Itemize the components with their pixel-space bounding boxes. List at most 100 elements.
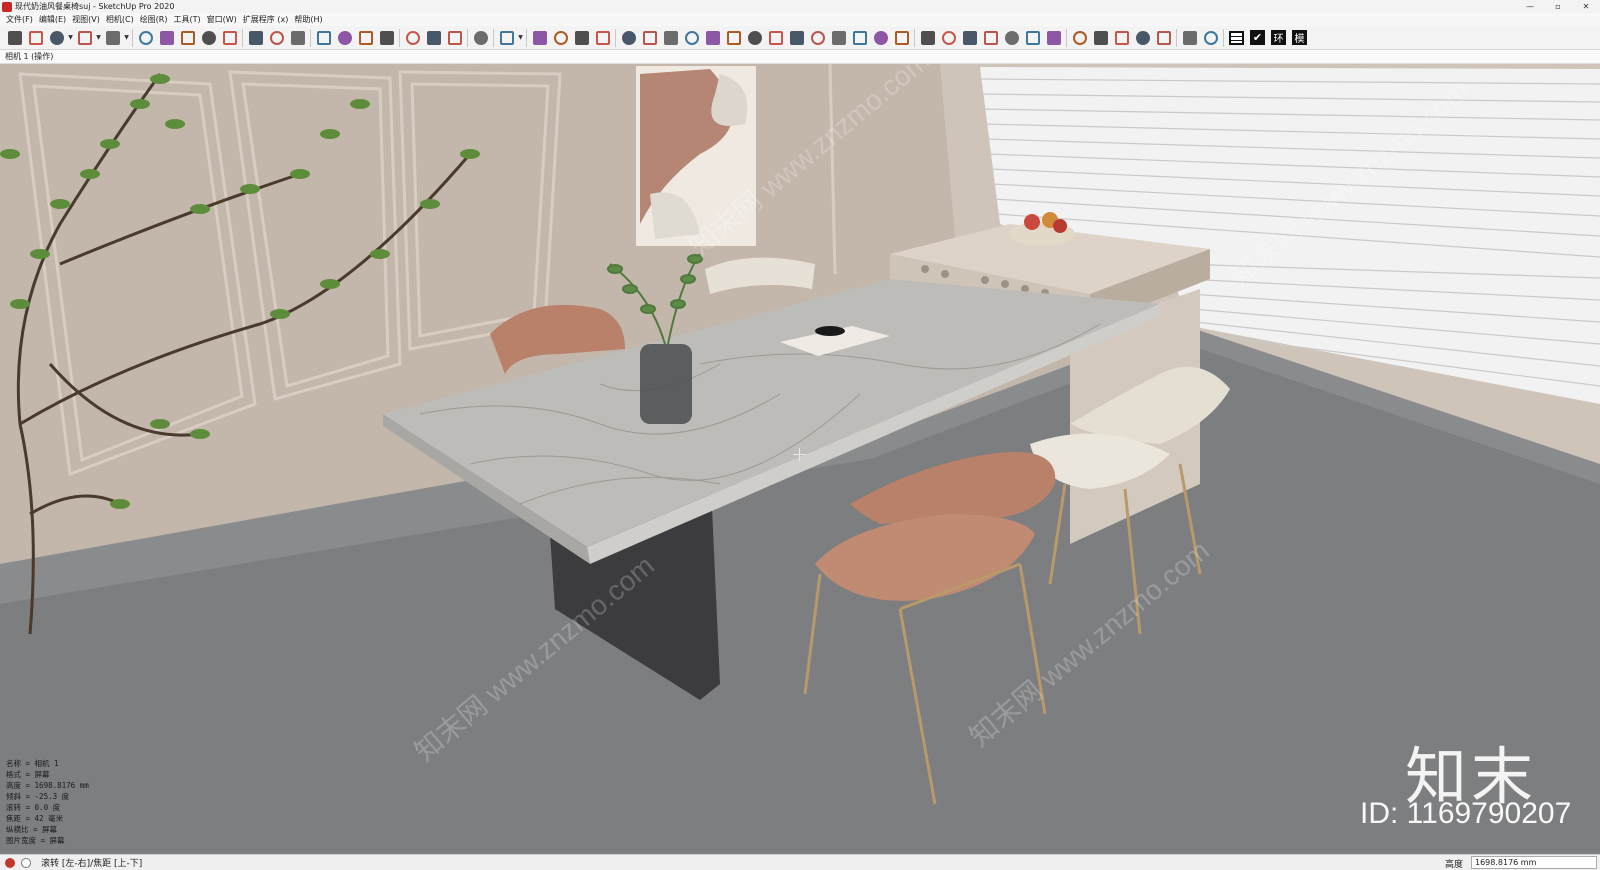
paint-bucket-button[interactable] xyxy=(287,27,308,48)
select-button[interactable] xyxy=(4,27,25,48)
plugin-button[interactable] xyxy=(765,27,786,48)
style-icon xyxy=(1182,30,1197,45)
status-bar: 滚转 [左-右]/焦距 [上-下] 高度 1698.8176 mm xyxy=(0,854,1600,870)
plugin-button[interactable] xyxy=(1111,27,1132,48)
arc-button[interactable] xyxy=(74,27,95,48)
close-button[interactable]: ✕ xyxy=(1572,0,1600,13)
shape-icon xyxy=(105,30,120,45)
plugin-button[interactable] xyxy=(1132,27,1153,48)
menu-file[interactable]: 文件(F) xyxy=(3,14,36,25)
menu-camera[interactable]: 相机(C) xyxy=(103,14,137,25)
plugin-button[interactable] xyxy=(1043,27,1064,48)
plugin-button[interactable] xyxy=(938,27,959,48)
select-icon xyxy=(7,30,22,45)
ruby-button[interactable] xyxy=(470,27,491,48)
move-button[interactable] xyxy=(177,27,198,48)
slope-button[interactable] xyxy=(571,27,592,48)
sandbox-button[interactable] xyxy=(529,27,550,48)
style-button[interactable] xyxy=(1179,27,1200,48)
scale-button[interactable] xyxy=(219,27,240,48)
plugin-button[interactable] xyxy=(1153,27,1174,48)
toolbar-separator xyxy=(1223,28,1224,47)
crosshair-cursor xyxy=(793,448,806,461)
info-icon[interactable] xyxy=(21,857,31,868)
text-button[interactable] xyxy=(266,27,287,48)
plugin-button[interactable] xyxy=(723,27,744,48)
eraser-button[interactable] xyxy=(25,27,46,48)
plugin-button[interactable] xyxy=(1022,27,1043,48)
toolbar-separator xyxy=(467,28,468,47)
plugin-button[interactable] xyxy=(807,27,828,48)
chart-icon xyxy=(595,30,610,45)
plugin-icon xyxy=(1004,30,1019,45)
rotate-button[interactable] xyxy=(198,27,219,48)
zoom-button[interactable] xyxy=(355,27,376,48)
plugin-button[interactable] xyxy=(786,27,807,48)
plugin-button[interactable] xyxy=(849,27,870,48)
profile-button[interactable] xyxy=(496,27,517,48)
zoom-extents-button[interactable] xyxy=(376,27,397,48)
minimize-button[interactable]: — xyxy=(1516,0,1544,13)
extension-warehouse-button[interactable] xyxy=(423,27,444,48)
title-bar: 现代奶油风餐桌椅suj - SketchUp Pro 2020 — ▫ ✕ xyxy=(0,0,1600,13)
3d-viewport[interactable]: 知末网 www.znzmo.com 知末网 www.znzmo.com 知末网 … xyxy=(0,64,1600,854)
plugin-icon xyxy=(768,30,783,45)
orbit-button[interactable] xyxy=(313,27,334,48)
layout-button[interactable] xyxy=(444,27,465,48)
toolbar-dropdown-arrow[interactable]: ▼ xyxy=(67,27,74,48)
plugin-button[interactable] xyxy=(639,27,660,48)
pan-icon xyxy=(337,30,352,45)
menu-edit[interactable]: 编辑(E) xyxy=(36,14,69,25)
menu-extensions[interactable]: 扩展程序 (x) xyxy=(240,14,292,25)
offset-button[interactable] xyxy=(156,27,177,48)
camera-info-line: 焦距 = 42 毫米 xyxy=(6,814,64,823)
huan-button[interactable]: 环 xyxy=(1268,27,1289,48)
push-pull-button[interactable] xyxy=(135,27,156,48)
plugin-button[interactable] xyxy=(660,27,681,48)
plugin-button[interactable] xyxy=(828,27,849,48)
plugin-button[interactable] xyxy=(681,27,702,48)
scene-tab-camera-1[interactable]: 相机 1 (操作) xyxy=(5,51,53,62)
plugin-button[interactable] xyxy=(870,27,891,48)
check-button[interactable]: ✔ xyxy=(1247,27,1268,48)
plugin-button[interactable] xyxy=(1090,27,1111,48)
table-button[interactable] xyxy=(1226,27,1247,48)
plugin-icon xyxy=(810,30,825,45)
mo-button[interactable]: 模 xyxy=(1289,27,1310,48)
grid-button[interactable] xyxy=(550,27,571,48)
tape-measure-button[interactable] xyxy=(245,27,266,48)
menu-window[interactable]: 窗口(W) xyxy=(204,14,240,25)
plugin-button[interactable] xyxy=(702,27,723,48)
toolbar-separator xyxy=(1176,28,1177,47)
plugin-button[interactable] xyxy=(1069,27,1090,48)
geo-location-icon[interactable] xyxy=(5,857,15,868)
pencil-button[interactable] xyxy=(46,27,67,48)
plugin-button[interactable] xyxy=(618,27,639,48)
slope-icon xyxy=(574,30,589,45)
warehouse-button[interactable] xyxy=(402,27,423,48)
menu-view[interactable]: 视图(V) xyxy=(69,14,103,25)
measurements-box[interactable]: 1698.8176 mm xyxy=(1471,856,1597,869)
pan-button[interactable] xyxy=(334,27,355,48)
maximize-button[interactable]: ▫ xyxy=(1544,0,1572,13)
shadow-button[interactable] xyxy=(1200,27,1221,48)
arc-icon xyxy=(77,30,92,45)
menu-draw[interactable]: 绘图(R) xyxy=(137,14,171,25)
plugin-icon xyxy=(1025,30,1040,45)
plugin-icon xyxy=(1114,30,1129,45)
shape-button[interactable] xyxy=(102,27,123,48)
menu-help[interactable]: 帮助(H) xyxy=(291,14,325,25)
plugin-button[interactable] xyxy=(959,27,980,48)
toolbar-dropdown-arrow[interactable]: ▼ xyxy=(123,27,130,48)
plugin-button[interactable] xyxy=(917,27,938,48)
plugin-button[interactable] xyxy=(980,27,1001,48)
chart-button[interactable] xyxy=(592,27,613,48)
rotate-icon xyxy=(201,30,216,45)
plugin-icon xyxy=(873,30,888,45)
toolbar-dropdown-arrow[interactable]: ▼ xyxy=(95,27,102,48)
plugin-button[interactable] xyxy=(744,27,765,48)
toolbar-dropdown-arrow[interactable]: ▼ xyxy=(517,27,524,48)
plugin-button[interactable] xyxy=(891,27,912,48)
plugin-button[interactable] xyxy=(1001,27,1022,48)
menu-tools[interactable]: 工具(T) xyxy=(171,14,204,25)
